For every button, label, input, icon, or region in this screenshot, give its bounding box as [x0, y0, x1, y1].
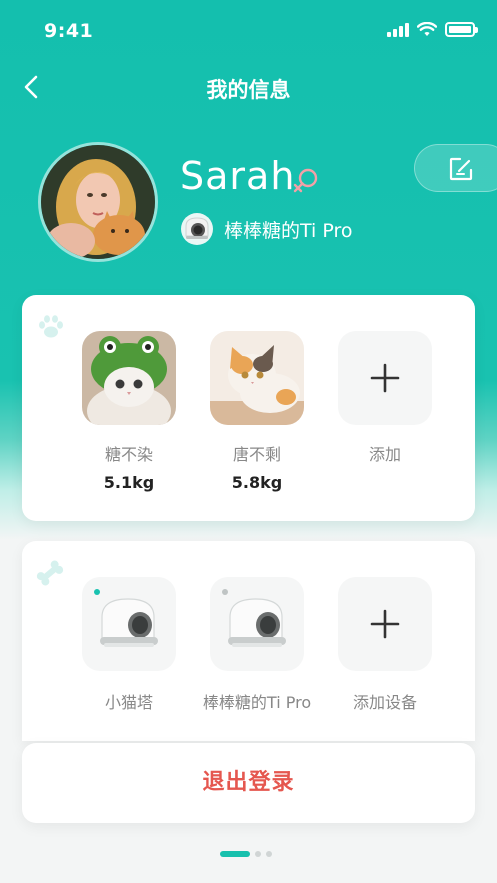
pet-item[interactable]: 唐不剩 5.8kg	[210, 331, 304, 492]
pet-weight: 5.1kg	[103, 473, 155, 492]
pet-photo	[82, 331, 176, 425]
paw-icon	[39, 315, 63, 338]
pet-photo	[210, 331, 304, 425]
edit-profile-button[interactable]	[414, 144, 497, 192]
litter-box-icon	[181, 213, 213, 245]
device-item[interactable]: 棒棒糖的Ti Pro	[203, 577, 311, 713]
add-device-tile	[338, 577, 432, 671]
device-photo	[210, 577, 304, 671]
bone-icon	[36, 560, 64, 586]
device-name: 棒棒糖的Ti Pro	[202, 693, 312, 712]
wifi-icon	[417, 22, 437, 36]
status-time: 9:41	[44, 20, 94, 42]
add-pet-tile	[338, 331, 432, 425]
female-icon	[293, 168, 318, 193]
pets-card: 糖不染 5.1kg 唐不剩 5.8kg 添加	[22, 295, 475, 521]
device-list: 小猫塔 棒棒糖的Ti Pro 添加设备	[82, 577, 432, 713]
profile-name: Sarah	[180, 154, 296, 198]
devices-card: 小猫塔 棒棒糖的Ti Pro 添加设备	[22, 541, 475, 741]
current-device-tag: 棒棒糖的Ti Pro	[180, 212, 352, 246]
add-pet-label: 添加	[368, 445, 401, 464]
plus-icon	[370, 609, 400, 639]
battery-icon	[445, 22, 478, 37]
page-dot	[255, 851, 261, 857]
edit-icon	[449, 157, 473, 181]
device-status-dot	[94, 589, 100, 595]
pet-name: 糖不染	[104, 445, 153, 464]
add-pet-button[interactable]: 添加	[338, 331, 432, 492]
status-bar: 9:41	[0, 0, 497, 60]
add-device-label: 添加设备	[352, 693, 417, 712]
current-device-name: 棒棒糖的Ti Pro	[224, 219, 353, 242]
device-photo	[82, 577, 176, 671]
logout-button[interactable]: 退出登录	[22, 743, 475, 823]
pet-name: 唐不剩	[232, 445, 281, 464]
plus-icon	[370, 363, 400, 393]
pet-weight: 5.8kg	[231, 473, 283, 492]
device-status-dot	[222, 589, 228, 595]
page-title: 我的信息	[206, 78, 291, 102]
page-dot-active	[220, 851, 250, 857]
avatar[interactable]	[38, 142, 158, 262]
page-dot	[266, 851, 272, 857]
nav-bar: 我的信息	[0, 62, 497, 112]
add-device-button[interactable]: 添加设备	[338, 577, 432, 713]
cellular-signal-icon	[387, 22, 409, 37]
device-item[interactable]: 小猫塔	[82, 577, 176, 713]
pet-list: 糖不染 5.1kg 唐不剩 5.8kg 添加	[82, 331, 432, 492]
page-indicator	[220, 851, 272, 857]
device-name: 小猫塔	[104, 693, 153, 712]
status-icons	[387, 22, 478, 37]
pet-item[interactable]: 糖不染 5.1kg	[82, 331, 176, 492]
